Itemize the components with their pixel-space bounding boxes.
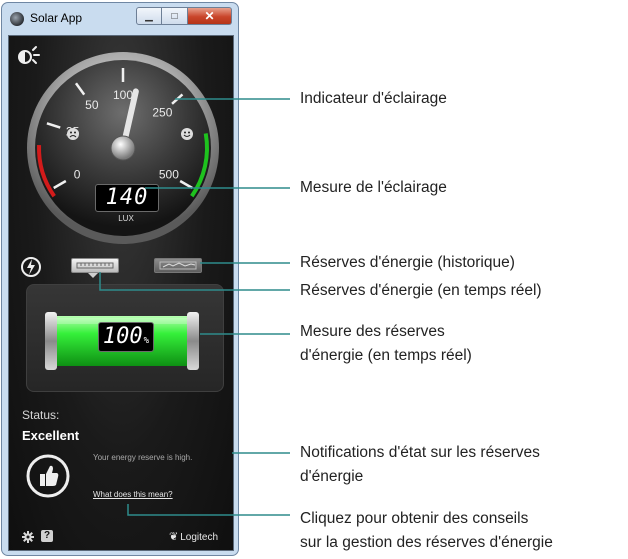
- light-reading-display: 140: [95, 184, 159, 212]
- smile-face-icon: [181, 128, 193, 140]
- annotation-reserves-measure-line2: d'énergie (en temps réel): [300, 347, 472, 364]
- status-label: Status:: [22, 408, 60, 422]
- thumbs-up-icon: [26, 454, 70, 498]
- lux-unit-label: LUX: [118, 214, 134, 223]
- brand-label: Logitech: [180, 532, 219, 543]
- minimize-icon: ▁: [145, 10, 153, 22]
- solar-app-window: Solar App ▁ □ ✕ 0 50 100 250 500 140 LUX…: [1, 2, 239, 556]
- annotation-gauge-indicator: Indicateur d'éclairage: [300, 90, 447, 107]
- status-value: Excellent: [22, 428, 80, 443]
- gear-icon[interactable]: [22, 531, 34, 543]
- battery-percent-sign: %: [143, 336, 150, 346]
- window-title: Solar App: [30, 11, 83, 25]
- close-button[interactable]: ✕: [188, 7, 232, 25]
- battery-reading-display: 100%: [98, 322, 154, 352]
- history-view-icon[interactable]: [154, 258, 202, 273]
- gauge-tick-label: 50: [85, 98, 99, 112]
- annotation-reserves-realtime: Réserves d'énergie (en temps réel): [300, 282, 542, 299]
- annotation-gauge-measure: Mesure de l'éclairage: [300, 179, 447, 196]
- logitech-brand: ❦ Logitech: [169, 530, 218, 543]
- sad-face-icon: [67, 128, 79, 140]
- battery-mode-icon[interactable]: [19, 255, 43, 279]
- what-does-this-mean-link[interactable]: What does this mean?: [93, 490, 173, 499]
- gauge-tick-label: 100: [113, 88, 133, 102]
- close-icon: ✕: [204, 9, 215, 23]
- maximize-button[interactable]: □: [162, 7, 188, 25]
- realtime-view-icon[interactable]: [71, 258, 119, 273]
- logitech-logo-icon: ❦: [169, 531, 179, 543]
- solar-app-icon: [10, 12, 24, 26]
- annotation-notifications-line2: d'énergie: [300, 468, 364, 485]
- gauge-tick-label: 0: [74, 168, 81, 182]
- help-icon[interactable]: ?: [41, 530, 53, 542]
- window-controls: ▁ □ ✕: [136, 7, 232, 25]
- title-bar[interactable]: Solar App ▁ □ ✕: [2, 3, 238, 33]
- status-message: Your energy reserve is high.: [93, 453, 193, 462]
- annotation-reserves-measure-line1: Mesure des réserves: [300, 323, 445, 340]
- gauge-tick-label: 500: [159, 168, 179, 182]
- annotation-reserves-history: Réserves d'énergie (historique): [300, 254, 515, 271]
- gauge-tick-label: 250: [152, 106, 172, 120]
- annotation-advice-line1: Cliquez pour obtenir des conseils: [300, 510, 529, 527]
- annotation-notifications-line1: Notifications d'état sur les réserves: [300, 444, 540, 461]
- maximize-icon: □: [171, 10, 178, 22]
- realtime-selected-pointer: [88, 273, 98, 278]
- battery-reading-value: 100: [102, 324, 143, 349]
- app-client-area: 02550100250500 140 LUX: [8, 35, 234, 551]
- minimize-button[interactable]: ▁: [136, 7, 162, 25]
- gauge-hub: [110, 135, 136, 161]
- annotation-advice-line2: sur la gestion des réserves d'énergie: [300, 534, 553, 551]
